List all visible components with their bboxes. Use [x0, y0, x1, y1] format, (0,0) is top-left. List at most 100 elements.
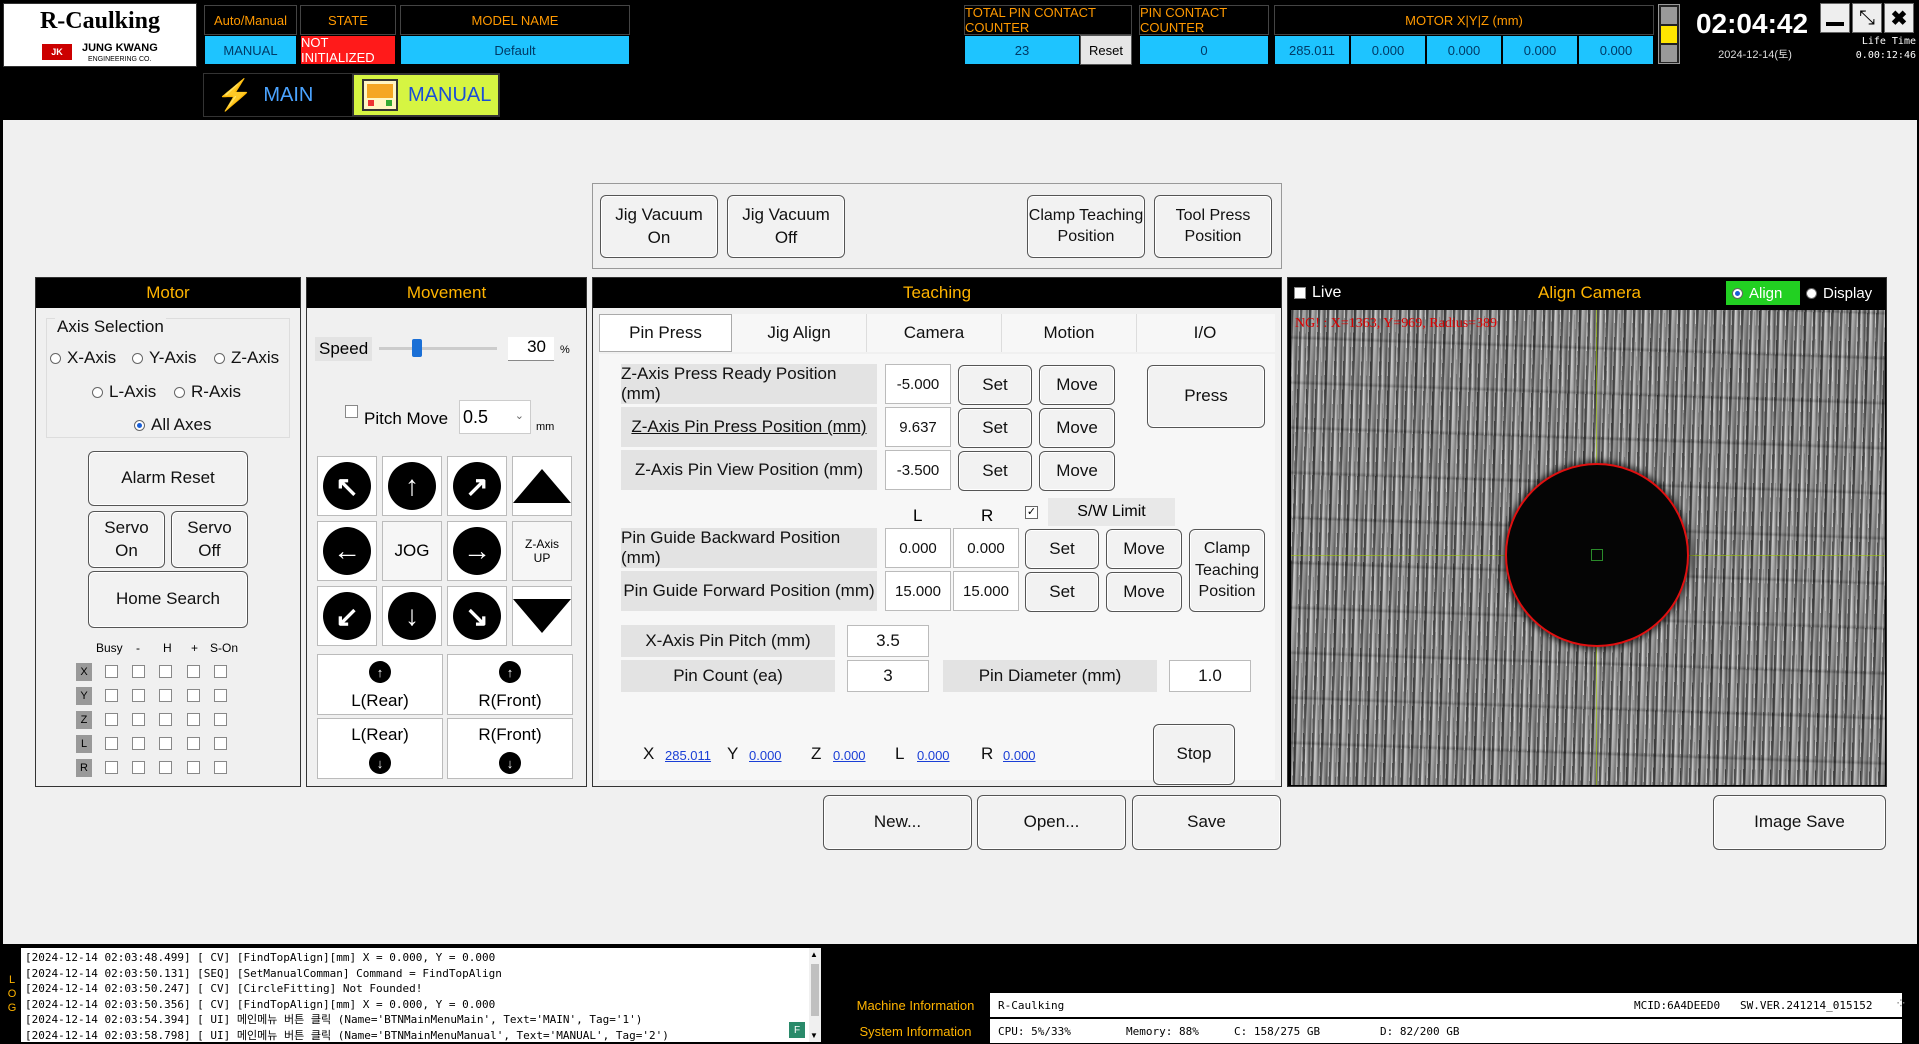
- live-checkbox[interactable]: [1294, 287, 1306, 299]
- guide-backward-move-button[interactable]: Move: [1106, 529, 1182, 569]
- r-front-up-button[interactable]: ↑ R(Front): [447, 654, 573, 715]
- l-rear-up-label: L(Rear): [351, 691, 409, 710]
- speed-value[interactable]: 30: [508, 337, 554, 361]
- jog-up-left-button[interactable]: ↖: [317, 456, 377, 516]
- guide-backward-l-value[interactable]: 0.000: [885, 528, 951, 568]
- axis-radio-l[interactable]: L-Axis: [92, 382, 156, 402]
- guide-forward-set-button[interactable]: Set: [1025, 572, 1099, 612]
- x-pitch-value[interactable]: 3.5: [847, 625, 929, 657]
- z-press-ready-label: Z-Axis Press Ready Position (mm): [621, 364, 877, 404]
- z-press-ready-value[interactable]: -5.000: [885, 364, 951, 404]
- guide-forward-l-value[interactable]: 15.000: [885, 571, 951, 611]
- close-button[interactable]: ✖: [1884, 3, 1914, 33]
- motor-panel-title: Motor: [36, 278, 300, 308]
- z-press-ready-set-button[interactable]: Set: [958, 365, 1032, 405]
- scroll-thumb[interactable]: [811, 964, 819, 1016]
- jog-up-right-button[interactable]: ↗: [447, 456, 507, 516]
- tab-jig-align[interactable]: Jig Align: [732, 314, 867, 352]
- align-radio-label: Align: [1749, 284, 1783, 302]
- axis-radio-z[interactable]: Z-Axis: [214, 348, 279, 368]
- z-press-ready-move-button[interactable]: Move: [1039, 365, 1115, 405]
- new-button[interactable]: New...: [823, 795, 972, 850]
- guide-backward-r-value[interactable]: 0.000: [953, 528, 1019, 568]
- press-button[interactable]: Press: [1147, 365, 1265, 428]
- z-pin-press-move-button[interactable]: Move: [1039, 408, 1115, 448]
- scroll-up-icon[interactable]: ▲: [810, 950, 818, 959]
- machine-name: R-Caulking: [998, 998, 1065, 1012]
- z-pin-view-value[interactable]: -3.500: [885, 450, 951, 490]
- clamp-teaching-button[interactable]: Clamp Teaching Position: [1189, 529, 1265, 612]
- manual-menu-button[interactable]: MANUAL: [352, 73, 500, 117]
- tool-press-position-button[interactable]: Tool Press Position: [1154, 195, 1272, 258]
- coord-l-value[interactable]: 0.000: [917, 748, 950, 763]
- tab-pin-press[interactable]: Pin Press: [599, 314, 732, 352]
- r-front-down-button[interactable]: R(Front) ↓: [447, 718, 573, 779]
- axis-radio-all[interactable]: All Axes: [134, 415, 211, 435]
- minimize-button[interactable]: [1820, 3, 1850, 33]
- resize-grip-icon[interactable]: ⁘: [1895, 995, 1915, 1015]
- z-pin-press-value[interactable]: 9.637: [885, 407, 951, 447]
- jig-vacuum-on-button[interactable]: Jig Vacuum On: [600, 195, 718, 258]
- guide-forward-r-value[interactable]: 15.000: [953, 571, 1019, 611]
- tab-io[interactable]: I/O: [1137, 314, 1273, 352]
- pitch-move-checkbox[interactable]: [345, 405, 358, 418]
- open-button[interactable]: Open...: [977, 795, 1126, 850]
- z-pin-press-set-button[interactable]: Set: [958, 408, 1032, 448]
- axis-radio-y[interactable]: Y-Axis: [132, 348, 197, 368]
- jog-right-button[interactable]: →: [447, 521, 507, 581]
- jog-down-button[interactable]: ↓: [382, 586, 442, 646]
- z-down-button[interactable]: [512, 586, 572, 646]
- stop-button[interactable]: Stop: [1153, 724, 1235, 785]
- pin-diameter-value[interactable]: 1.0: [1169, 660, 1251, 692]
- axis-radio-l-label: L-Axis: [109, 382, 157, 401]
- guide-backward-set-button[interactable]: Set: [1025, 529, 1099, 569]
- tab-camera[interactable]: Camera: [867, 314, 1002, 352]
- movement-panel: Movement Speed 30 % Pitch Move 0.5 ⌄ mm …: [306, 277, 587, 787]
- l-rear-down-button[interactable]: L(Rear) ↓: [317, 718, 443, 779]
- coord-x-value[interactable]: 285.011: [665, 748, 711, 763]
- log-lines: [2024-12-14 02:03:48.499] [ CV] [FindTop…: [25, 950, 817, 1042]
- guide-forward-move-button[interactable]: Move: [1106, 572, 1182, 612]
- alarm-reset-button[interactable]: Alarm Reset: [88, 451, 248, 506]
- jog-down-left-button[interactable]: ↙: [317, 586, 377, 646]
- camera-image[interactable]: NG! : X=1363, Y=969, Radius=389: [1291, 310, 1885, 785]
- log-scrollbar[interactable]: ▲ ▼: [809, 948, 821, 1042]
- restore-button[interactable]: ⤡: [1852, 3, 1882, 33]
- sw-limit-checkbox[interactable]: ✓: [1025, 506, 1038, 519]
- clamp-teaching-position-button[interactable]: Clamp Teaching Position: [1027, 195, 1145, 258]
- model-value[interactable]: Default: [400, 35, 630, 65]
- z-pin-view-set-button[interactable]: Set: [958, 451, 1032, 491]
- servo-off-button[interactable]: Servo Off: [171, 511, 248, 568]
- display-radio[interactable]: Display: [1806, 285, 1872, 302]
- coord-r-value[interactable]: 0.000: [1003, 748, 1036, 763]
- tab-motion[interactable]: Motion: [1002, 314, 1137, 352]
- jog-down-right-button[interactable]: ↘: [447, 586, 507, 646]
- reset-counter-button[interactable]: Reset: [1080, 35, 1132, 65]
- coord-z-value[interactable]: 0.000: [833, 748, 866, 763]
- save-button[interactable]: Save: [1132, 795, 1281, 850]
- date: 2024-12-14(토): [1718, 49, 1792, 61]
- image-save-button[interactable]: Image Save: [1713, 795, 1886, 850]
- pitch-select[interactable]: 0.5 ⌄: [459, 400, 531, 434]
- servo-on-button[interactable]: Servo On: [88, 511, 165, 568]
- guide-forward-label: Pin Guide Forward Position (mm): [621, 571, 877, 611]
- jig-vacuum-off-button[interactable]: Jig Vacuum Off: [727, 195, 845, 258]
- col-l-label: L: [913, 506, 923, 525]
- l-rear-up-button[interactable]: ↑ L(Rear): [317, 654, 443, 715]
- jog-up-button[interactable]: ↑: [382, 456, 442, 516]
- axis-radio-r[interactable]: R-Axis: [174, 382, 241, 402]
- z-up-button[interactable]: [512, 456, 572, 516]
- jog-left-button[interactable]: ←: [317, 521, 377, 581]
- z-pin-view-move-button[interactable]: Move: [1039, 451, 1115, 491]
- speed-slider[interactable]: [379, 338, 497, 358]
- scroll-down-icon[interactable]: ▼: [810, 1031, 818, 1040]
- main-menu-button[interactable]: ⚡ MAIN: [203, 73, 353, 117]
- log-panel[interactable]: [2024-12-14 02:03:48.499] [ CV] [FindTop…: [21, 948, 821, 1042]
- home-search-button[interactable]: Home Search: [88, 571, 248, 628]
- pin-count-value[interactable]: 3: [847, 660, 929, 692]
- axis-radio-x[interactable]: X-Axis: [50, 348, 116, 368]
- align-radio[interactable]: Align: [1726, 281, 1800, 305]
- coord-y-value[interactable]: 0.000: [749, 748, 782, 763]
- speed-slider-thumb[interactable]: [412, 339, 422, 357]
- status-row-label-x: X: [76, 663, 92, 681]
